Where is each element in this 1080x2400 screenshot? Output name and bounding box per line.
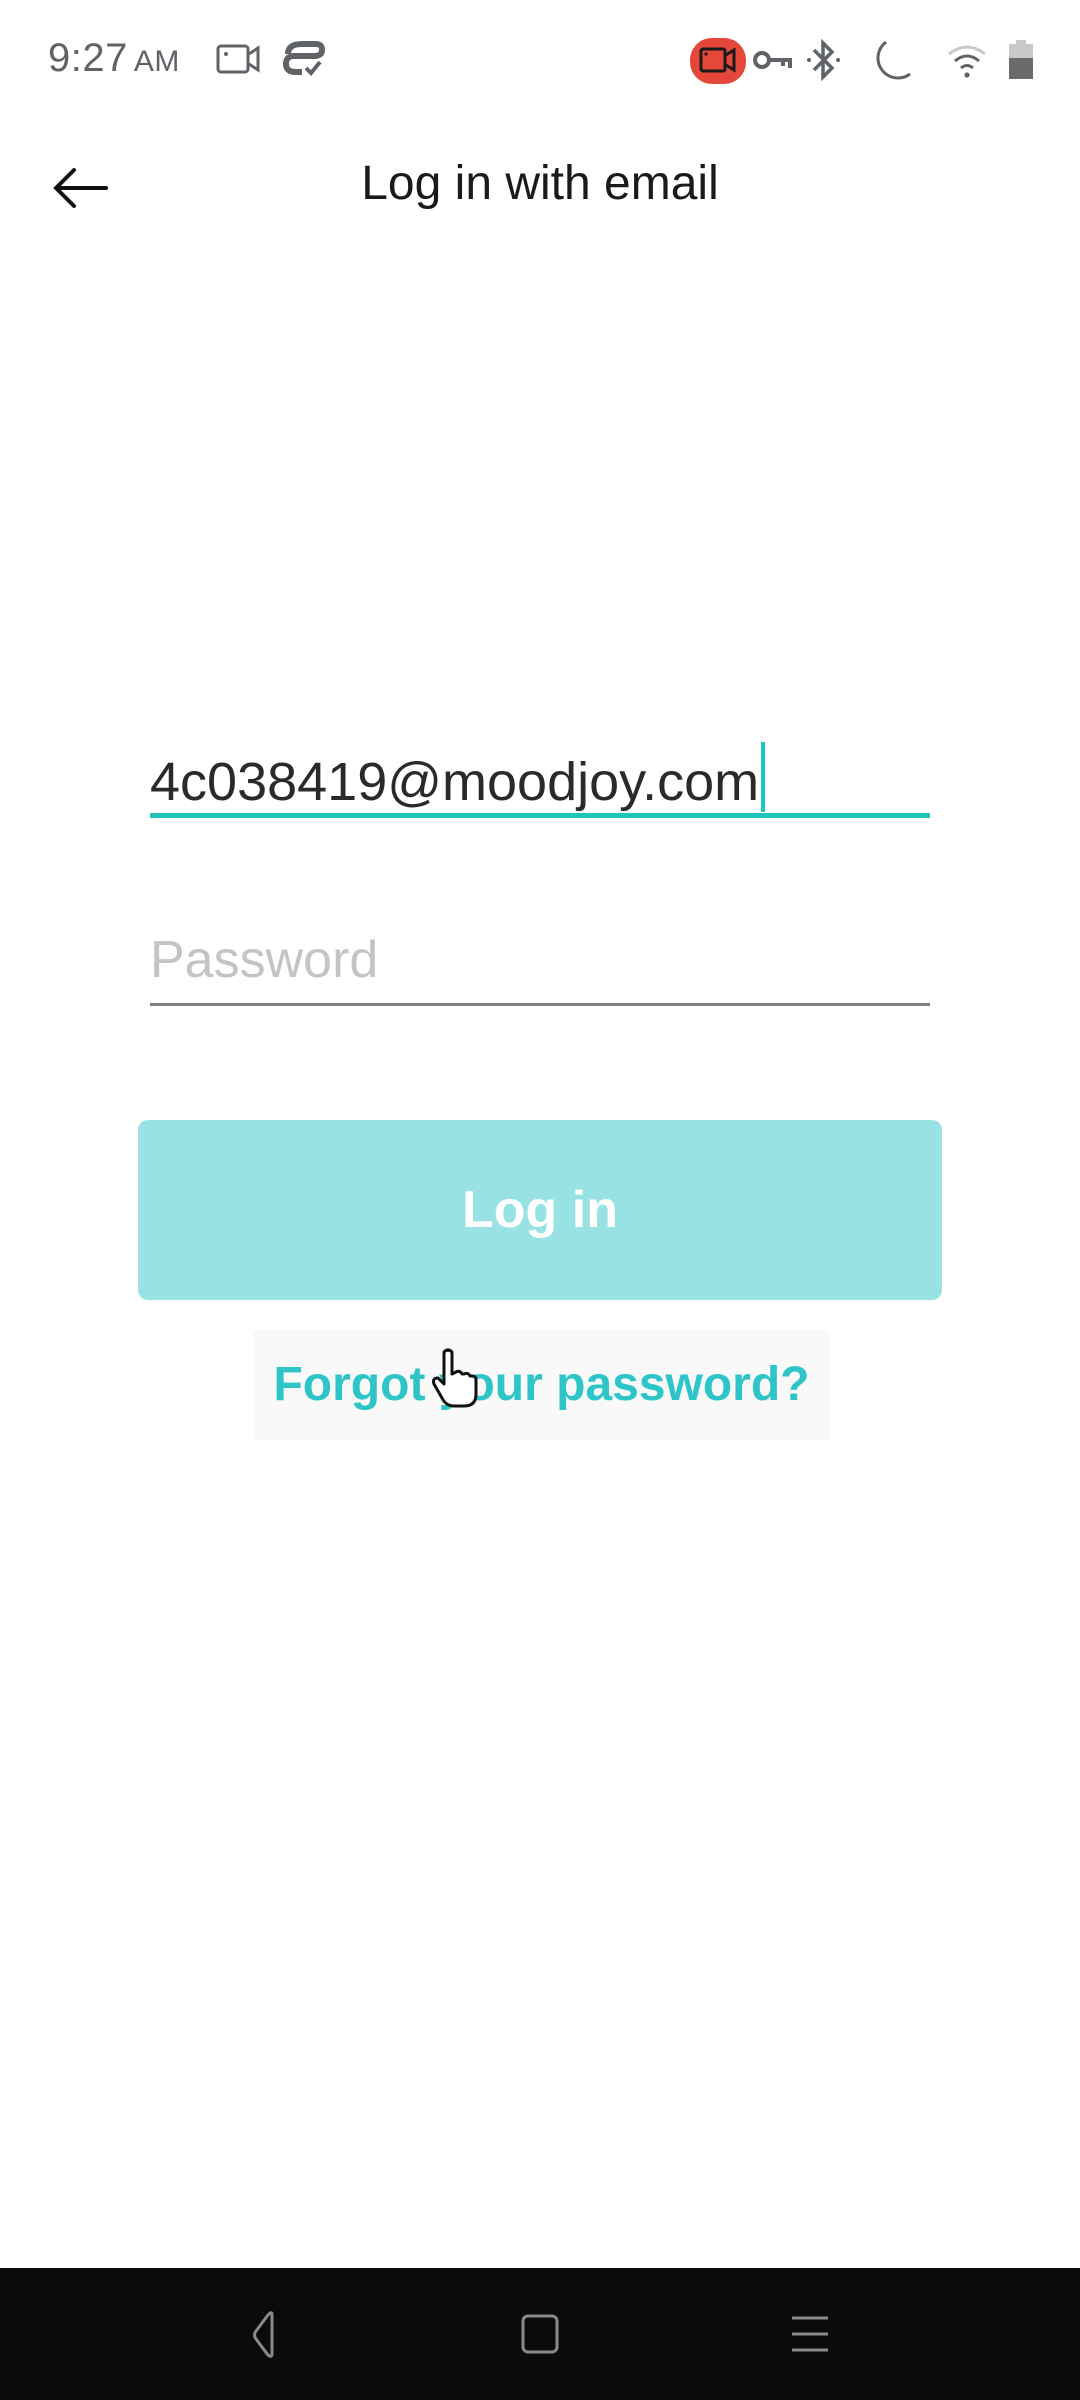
status-time: 9:27 AM — [48, 36, 180, 81]
password-field-container — [150, 920, 930, 1006]
hand-cursor-icon — [432, 1348, 478, 1408]
status-bar: 9:27 AM — [0, 0, 1080, 120]
time-value: 9:27 — [48, 36, 128, 80]
recents-nav-icon — [792, 2316, 828, 2352]
password-underline — [150, 1003, 930, 1006]
app-bar: Log in with email — [0, 140, 1080, 230]
system-nav-bar — [0, 2268, 1080, 2400]
battery-icon — [1009, 40, 1033, 79]
back-nav-icon — [253, 2311, 274, 2358]
nav-recents-button[interactable] — [774, 2298, 846, 2370]
email-field[interactable]: 4c038419@moodjoy.com — [150, 730, 930, 818]
do-not-disturb-icon — [876, 40, 911, 80]
wifi-icon — [948, 45, 986, 78]
bluetooth-icon — [807, 38, 840, 82]
email-underline — [150, 813, 930, 818]
login-button[interactable]: Log in — [138, 1120, 942, 1300]
nav-back-button[interactable] — [232, 2298, 304, 2370]
password-field[interactable] — [150, 920, 930, 1000]
email-value: 4c038419@moodjoy.com — [150, 752, 760, 812]
vpn-key-icon — [753, 51, 792, 69]
sync-check-icon — [282, 41, 326, 76]
recording-indicator-icon — [690, 38, 746, 84]
page-title: Log in with email — [361, 157, 719, 210]
email-value-wrap: 4c038419@moodjoy.com — [150, 742, 766, 813]
forgot-password-link[interactable]: Forgot your password? — [253, 1330, 830, 1440]
home-nav-icon — [521, 2314, 559, 2354]
nav-home-button[interactable] — [504, 2298, 576, 2370]
time-ampm: AM — [133, 45, 180, 78]
screen-record-icon — [216, 44, 260, 74]
text-caret — [761, 742, 766, 812]
